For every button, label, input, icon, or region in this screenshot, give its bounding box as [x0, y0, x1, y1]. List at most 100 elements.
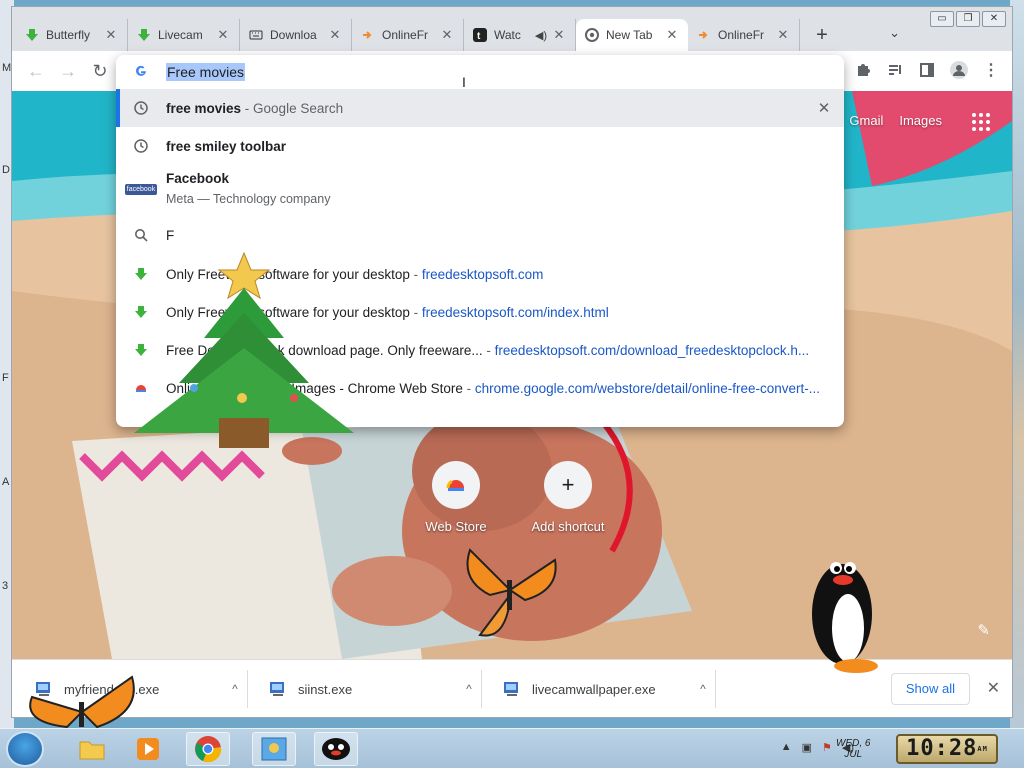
tab-title: New Tab: [606, 28, 653, 42]
taskbar-media-player[interactable]: [126, 732, 170, 766]
suggestion-subtitle: Meta — Technology company: [166, 192, 331, 206]
suggestion-url: freedesktopsoft.com/download_freedesktop…: [494, 342, 810, 358]
chrome-icon: [195, 736, 222, 763]
side-panel-icon: [920, 63, 934, 77]
taskbar-date[interactable]: WED, 6 JUL: [836, 738, 870, 760]
profile-button[interactable]: [948, 59, 970, 81]
text-cursor-icon: I: [462, 74, 466, 90]
folder-icon: [79, 741, 105, 760]
gmail-link[interactable]: Gmail: [849, 113, 883, 128]
taskbar-explorer[interactable]: [70, 732, 114, 766]
forward-button[interactable]: →: [56, 59, 80, 83]
tab-close-button[interactable]: ✕: [215, 27, 231, 43]
plus-icon: +: [544, 461, 592, 509]
speaker-icon[interactable]: ◀): [535, 29, 547, 42]
menu-button[interactable]: ⋮: [980, 59, 1002, 81]
chevron-up-icon[interactable]: ^: [223, 682, 247, 696]
tab-onlinefree-2[interactable]: OnlineFr ✕: [688, 19, 800, 51]
chrome-web-store-icon: [432, 461, 480, 509]
tab-close-button[interactable]: ✕: [664, 27, 680, 43]
tab-title: Watc: [494, 28, 521, 42]
chrome-icon: [584, 27, 600, 43]
taskbar-photo-app[interactable]: [252, 732, 296, 766]
puzzle-icon: [858, 64, 870, 76]
windows-taskbar: ▲ ▣ ⚑ ◀) WED, 6 JUL 10:28AM: [0, 728, 1024, 768]
reading-list-button[interactable]: [884, 59, 906, 81]
clock-time: 10:28: [906, 736, 978, 761]
tab-download[interactable]: Downloa ✕: [240, 19, 352, 51]
suggestion-url: chrome.google.com/webstore/detail/online…: [474, 380, 821, 396]
network-icon[interactable]: ▣: [802, 741, 812, 754]
start-button[interactable]: [6, 731, 44, 767]
window-controls: ▭ ❐ ✕: [930, 11, 1006, 27]
tab-search-button[interactable]: ⌄: [889, 25, 900, 41]
shortcut-add[interactable]: + Add shortcut: [512, 461, 624, 534]
tab-close-button[interactable]: ✕: [775, 27, 791, 43]
orange-convert-icon: [360, 27, 376, 43]
photo-icon: [261, 737, 287, 761]
suggestion-query: free movies: [166, 100, 242, 116]
side-panel-button[interactable]: [916, 59, 938, 81]
suggestion-separator: -: [409, 266, 422, 282]
christmas-tree-decoration: [134, 251, 354, 448]
tumblr-icon: t: [472, 27, 488, 43]
suggestion-row[interactable]: free movies - Google Search ✕: [116, 89, 844, 127]
suggestion-match: F: [166, 171, 175, 186]
date-month: JUL: [844, 749, 863, 760]
apps-grid-icon[interactable]: [972, 113, 990, 131]
customize-pencil-icon[interactable]: ✎: [977, 621, 990, 639]
minimize-button[interactable]: ▭: [930, 11, 954, 27]
ntp-header-links: Gmail Images: [849, 113, 942, 128]
tab-title: Downloa: [270, 28, 317, 42]
taskbar-chrome[interactable]: [186, 732, 230, 766]
suggestion-source: - Google Search: [241, 100, 344, 116]
tab-onlinefree-1[interactable]: OnlineFr ✕: [352, 19, 464, 51]
tab-watch[interactable]: t Watc ◀) ✕: [464, 19, 576, 51]
omnibox-text[interactable]: Free movies: [166, 63, 246, 81]
suggestion-url: freedesktopsoft.com: [421, 266, 544, 282]
new-tab-button[interactable]: +: [806, 19, 838, 51]
tab-new-tab[interactable]: New Tab ✕: [576, 19, 688, 51]
taskbar-pingu-app[interactable]: [314, 732, 358, 766]
search-icon: [116, 228, 166, 242]
tab-close-button[interactable]: ✕: [551, 27, 567, 43]
download-filename: livecamwallpaper.exe: [532, 681, 656, 697]
chevron-up-icon[interactable]: ^: [457, 682, 481, 696]
shortcut-label: Web Store: [425, 519, 487, 534]
exe-file-icon: [270, 682, 284, 696]
address-bar[interactable]: Free movies: [116, 55, 844, 89]
extensions-button[interactable]: [852, 59, 874, 81]
close-window-button[interactable]: ✕: [982, 11, 1006, 27]
restore-button[interactable]: ❐: [956, 11, 980, 27]
three-dots-icon: ⋮: [983, 62, 999, 79]
history-clock-icon: [116, 139, 166, 153]
tab-strip: Butterfly ✕ Livecam ✕ Downloa ✕ OnlineFr…: [16, 19, 838, 51]
download-item[interactable]: livecamwallpaper.exe ^: [492, 670, 716, 708]
chevron-up-icon[interactable]: ^: [691, 682, 715, 696]
suggestion-query: free smiley toolbar: [166, 138, 287, 154]
download-item[interactable]: siinst.exe ^: [258, 670, 482, 708]
action-center-icon[interactable]: ⚑: [822, 741, 832, 754]
tab-close-button[interactable]: ✕: [103, 27, 119, 43]
suggestion-row[interactable]: facebook Facebook Meta — Technology compa…: [116, 165, 844, 213]
tab-close-button[interactable]: ✕: [439, 27, 455, 43]
back-button[interactable]: ←: [24, 59, 48, 83]
desktop-icon-label: M: [2, 62, 12, 74]
avatar-icon: [950, 61, 968, 79]
remove-suggestion-button[interactable]: ✕: [804, 99, 844, 117]
show-all-downloads-button[interactable]: Show all: [890, 673, 970, 705]
shortcut-web-store[interactable]: Web Store: [400, 461, 512, 534]
toolbar-actions: ⋮: [852, 59, 1002, 81]
close-shelf-button[interactable]: ✕: [987, 678, 1000, 698]
reload-button[interactable]: ↻: [88, 59, 112, 83]
back-arrow-icon: ←: [27, 60, 45, 81]
tab-butterfly[interactable]: Butterfly ✕: [16, 19, 128, 51]
desktop-clock[interactable]: 10:28AM: [896, 734, 998, 764]
show-hidden-icons-icon[interactable]: ▲: [781, 741, 792, 754]
suggestion-row[interactable]: free smiley toolbar: [116, 127, 844, 165]
tab-livecam[interactable]: Livecam ✕: [128, 19, 240, 51]
suggestion-title: acebook: [174, 171, 230, 186]
butterfly-decoration: [29, 675, 135, 729]
tab-close-button[interactable]: ✕: [327, 27, 343, 43]
images-link[interactable]: Images: [899, 113, 942, 128]
